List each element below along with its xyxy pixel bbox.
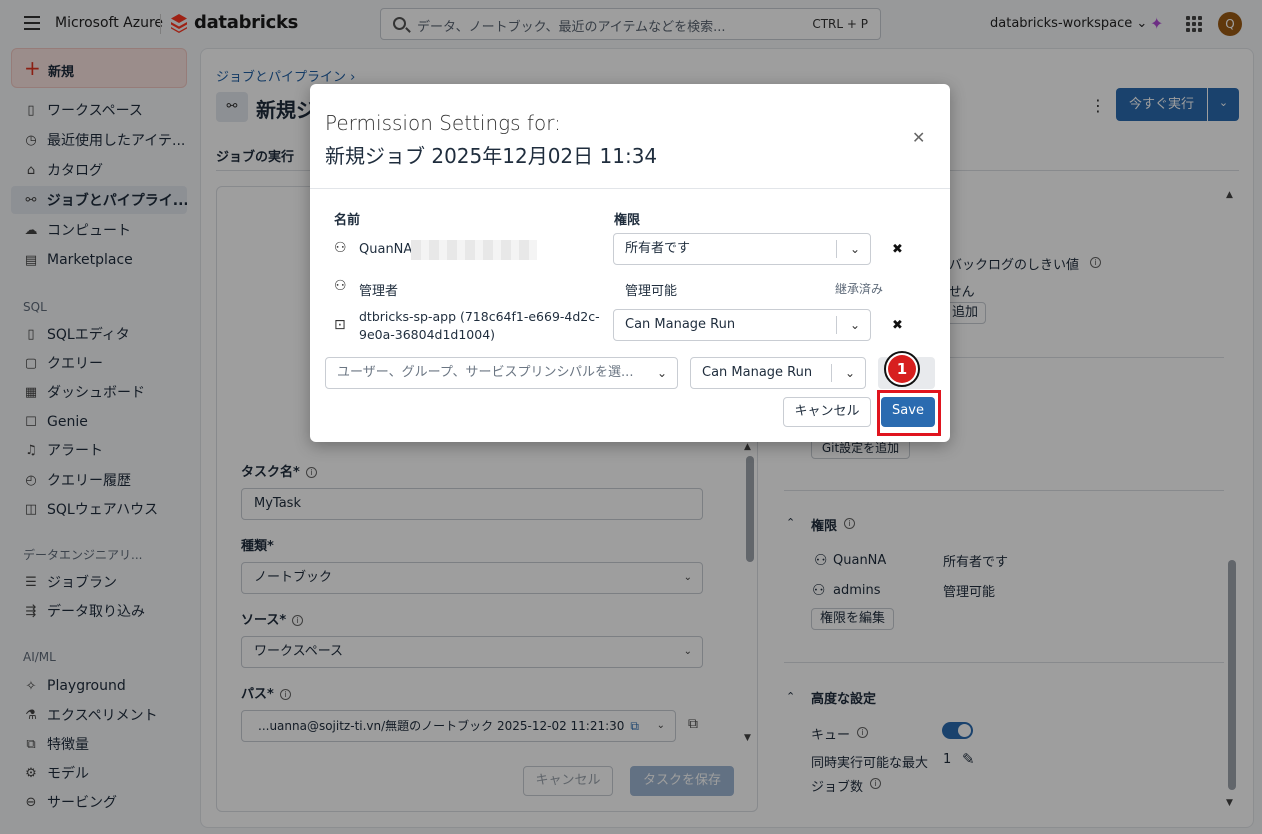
permission-select-sp[interactable]: Can Manage Run ⌄ <box>613 309 871 341</box>
permission-settings-dialog: Permission Settings for: 新規ジョブ 2025年12月0… <box>310 84 950 442</box>
new-permission-select[interactable]: Can Manage Run ⌄ <box>690 357 866 389</box>
user-icon: ⚇ <box>334 240 347 256</box>
inherited-label: 継承済み <box>835 282 884 296</box>
chevron-down-icon: ⌄ <box>849 318 860 332</box>
robot-icon: ⊡ <box>334 317 346 333</box>
dialog-job-name: 新規ジョブ 2025年12月02日 11:34 <box>325 144 658 168</box>
perm-value: Can Manage Run <box>625 317 736 332</box>
chevron-down-icon: ⌄ <box>849 242 860 256</box>
remove-icon[interactable]: ✖ <box>892 242 903 257</box>
group-icon: ⚇ <box>334 278 347 294</box>
step-badge: 1 <box>884 351 920 387</box>
perm-row-name: dtbricks-sp-app (718c64f1-e669-4d2c- <box>359 309 600 324</box>
dialog-divider <box>310 188 950 189</box>
save-highlight-box <box>877 390 941 436</box>
dialog-title: Permission Settings for: <box>325 111 561 135</box>
perm-value: 所有者です <box>625 241 691 256</box>
chevron-down-icon: ⌄ <box>656 366 667 380</box>
step-number: 1 <box>888 355 916 383</box>
redacted-text <box>411 240 537 260</box>
col-name-header: 名前 <box>334 213 361 228</box>
perm-row-name: QuanNA <box>359 242 413 257</box>
principal-placeholder: ユーザー、グループ、サービスプリンシパルを選... <box>337 365 634 380</box>
perm-row-value: 管理可能 <box>625 284 678 299</box>
chevron-down-icon: ⌄ <box>844 366 855 380</box>
remove-icon[interactable]: ✖ <box>892 318 903 333</box>
close-icon[interactable]: ✕ <box>912 128 925 147</box>
cancel-button[interactable]: キャンセル <box>783 397 871 427</box>
perm-row-name: 管理者 <box>359 284 399 299</box>
col-permission-header: 権限 <box>614 213 641 228</box>
permission-select-owner[interactable]: 所有者です ⌄ <box>613 233 871 265</box>
perm-value: Can Manage Run <box>702 365 813 380</box>
principal-select-input[interactable]: ユーザー、グループ、サービスプリンシパルを選... ⌄ <box>325 357 678 389</box>
perm-row-name-2: 9e0a-36804d1d1004) <box>359 327 496 342</box>
